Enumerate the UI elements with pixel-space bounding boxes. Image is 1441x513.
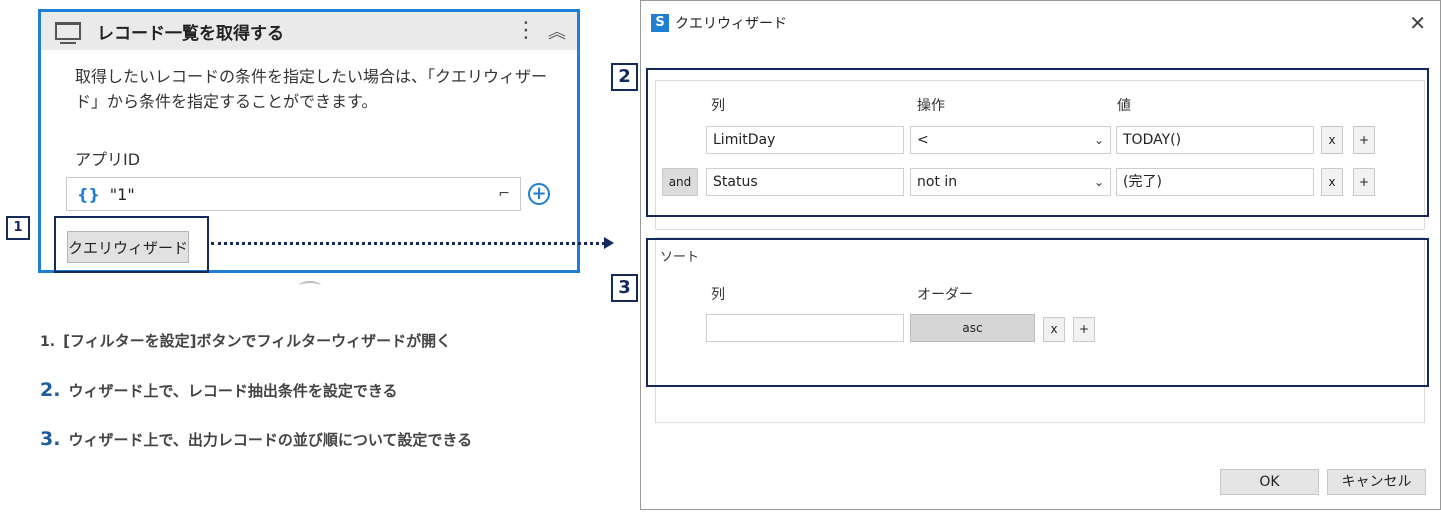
- notes-list: 1. [フィルターを設定]ボタンでフィルターウィザードが開く 2. ウィザード上…: [40, 330, 472, 477]
- arrow-head-icon: [604, 237, 614, 249]
- connector-knob: [299, 281, 321, 291]
- note-item: 1. [フィルターを設定]ボタンでフィルターウィザードが開く: [40, 330, 472, 379]
- dialog-titlebar: S クエリウィザード ✕: [641, 1, 1440, 45]
- highlight-box-1: [54, 216, 209, 273]
- dialog-title: クエリウィザード: [675, 16, 787, 32]
- note-text: [フィルターを設定]ボタンでフィルターウィザードが開く: [63, 332, 452, 350]
- dotted-arrow-line: [211, 242, 605, 245]
- note-text: ウィザード上で、出力レコードの並び順について設定できる: [68, 431, 473, 449]
- close-icon[interactable]: ✕: [1409, 11, 1426, 35]
- add-plus-icon[interactable]: +: [528, 183, 550, 205]
- cancel-button[interactable]: キャンセル: [1327, 469, 1426, 495]
- marker-1: 1: [6, 216, 30, 240]
- activity-description: 取得したいレコードの条件を指定したい場合は、「クエリウィザード」から条件を指定す…: [75, 67, 548, 111]
- note-number: 2.: [40, 379, 61, 401]
- highlight-box-3: [646, 238, 1429, 387]
- activity-title: レコード一覧を取得する: [97, 23, 284, 44]
- app-id-value: "1": [109, 184, 135, 204]
- collapse-icon[interactable]: ︽: [547, 18, 567, 44]
- marker-3: 3: [611, 274, 638, 302]
- ok-button[interactable]: OK: [1220, 469, 1319, 495]
- note-text: ウィザード上で、レコード抽出条件を設定できる: [68, 382, 398, 400]
- activity-header: レコード一覧を取得する ⋮ ︽: [41, 12, 577, 50]
- expand-editor-icon[interactable]: ⌐: [498, 186, 510, 202]
- note-number: 1.: [40, 334, 56, 350]
- note-number: 3.: [40, 428, 61, 450]
- kebab-menu-icon[interactable]: ⋮: [515, 20, 537, 42]
- app-logo-icon: S: [651, 14, 669, 32]
- expression-braces-icon: {}: [77, 184, 100, 204]
- monitor-icon: [55, 22, 81, 44]
- marker-2: 2: [611, 63, 638, 91]
- note-item: 2. ウィザード上で、レコード抽出条件を設定できる: [40, 379, 472, 428]
- highlight-box-2: [646, 68, 1429, 217]
- app-id-field[interactable]: {} "1" ⌐: [66, 177, 521, 211]
- app-id-label: アプリID: [75, 150, 141, 169]
- note-item: 3. ウィザード上で、出力レコードの並び順について設定できる: [40, 428, 472, 477]
